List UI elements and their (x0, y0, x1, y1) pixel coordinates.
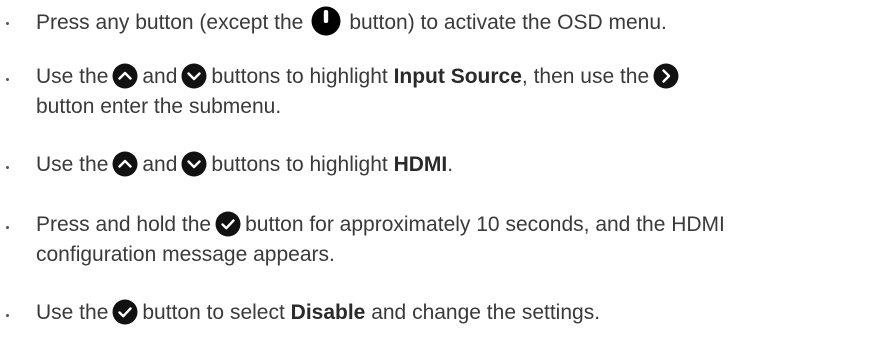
step-text: button to select (142, 301, 285, 324)
list-item: Press any button (except the button) to a… (0, 4, 860, 38)
check-button-icon (215, 211, 241, 237)
step-text: Use the (36, 301, 109, 324)
bold-term: Input Source (393, 65, 522, 88)
right-button-icon (653, 63, 679, 89)
bold-term: Disable (290, 301, 366, 324)
step-text: button enter the submenu. (36, 95, 282, 118)
step-text: buttons to highlight (211, 65, 388, 88)
bullet (6, 314, 9, 317)
list-item: Use the and buttons to highlight HDMI. (0, 150, 860, 184)
step-text: Use the (36, 153, 109, 176)
step-text: button) to activate the OSD menu. (349, 11, 667, 34)
step-text: and (142, 153, 178, 176)
step-text: Press and hold the (36, 213, 212, 236)
step-text: and (142, 65, 178, 88)
check-button-icon (112, 299, 138, 325)
step-text: Use the (36, 65, 109, 88)
bullet (6, 166, 9, 169)
step-text: and change the settings. (371, 301, 601, 324)
bullet (6, 78, 9, 81)
list-item: Press and hold the button for approximate… (0, 210, 860, 274)
step-text: Press any button (except the (36, 11, 304, 34)
step-text: button for approximately 10 seconds, and… (245, 213, 725, 236)
step-text: , then use the (521, 65, 650, 88)
list-item: Use the button to select Disable and chan… (0, 298, 860, 332)
instruction-list: Press any button (except the button) to a… (0, 0, 870, 346)
bullet (6, 226, 9, 229)
list-item: Use the and buttons to highlight Input Sou… (0, 62, 860, 126)
step-text: . (447, 153, 454, 176)
bullet (6, 22, 9, 25)
step-text: configuration message appears. (36, 243, 335, 266)
power-icon (311, 6, 341, 36)
step-text: buttons to highlight (211, 153, 388, 176)
up-button-icon (112, 151, 138, 177)
bold-term: HDMI (393, 153, 448, 176)
up-button-icon (112, 63, 138, 89)
down-button-icon (181, 151, 207, 177)
down-button-icon (181, 63, 207, 89)
